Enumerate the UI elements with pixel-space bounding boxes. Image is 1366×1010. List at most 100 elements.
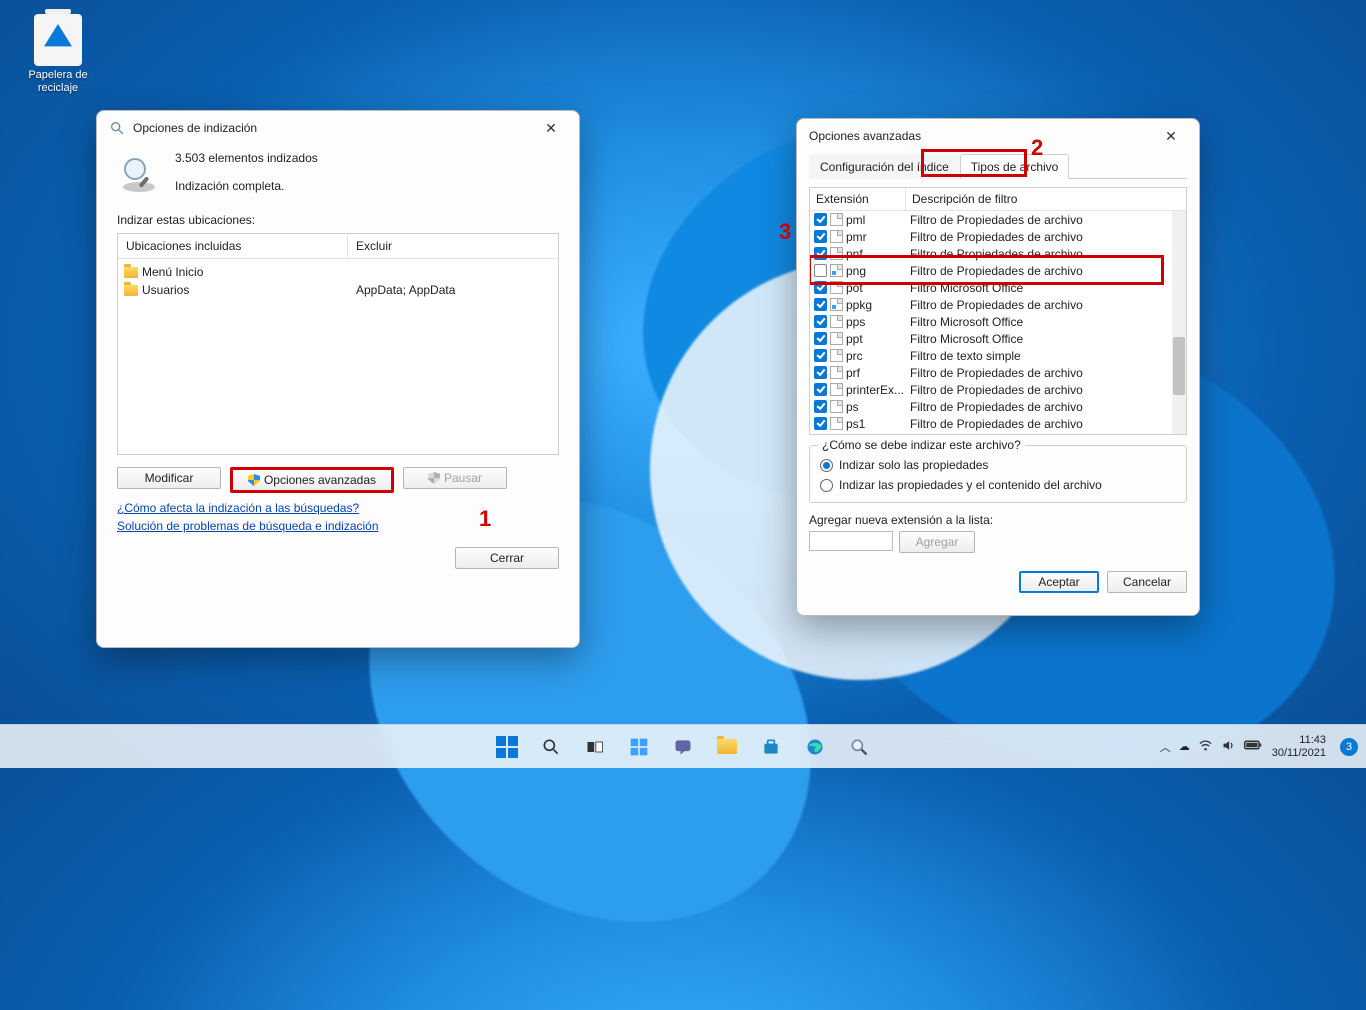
index-mode-group: ¿Cómo se debe indizar este archivo? Indi… [809,445,1187,503]
troubleshoot-link[interactable]: Solución de problemas de búsqueda e indi… [117,519,379,533]
edge-button[interactable] [796,728,834,766]
locations-label: Indizar estas ubicaciones: [117,213,559,227]
file-icon [830,281,843,294]
col-extension[interactable]: Extensión [810,188,906,210]
new-extension-input[interactable] [809,531,893,551]
radio-properties-label: Indizar solo las propiedades [839,458,988,472]
filetype-row[interactable]: prfFiltro de Propiedades de archivo [810,364,1186,381]
close-button-bottom[interactable]: Cerrar [455,547,559,569]
widgets-button[interactable] [620,728,658,766]
filetype-checkbox[interactable] [814,349,827,362]
filetype-checkbox[interactable] [814,383,827,396]
extension-name: printerEx... [846,383,904,397]
help-link[interactable]: ¿Cómo afecta la indización a las búsqued… [117,501,359,515]
start-button[interactable] [488,728,526,766]
wifi-icon[interactable] [1198,738,1213,756]
filetype-row[interactable]: prc Filtro de texto simple [810,347,1186,364]
filetype-row[interactable]: ppsFiltro Microsoft Office [810,313,1186,330]
filetype-row[interactable]: pptFiltro Microsoft Office [810,330,1186,347]
extension-name: prf [846,366,860,380]
filetype-checkbox[interactable] [814,366,827,379]
filetype-checkbox[interactable] [814,332,827,345]
location-row[interactable]: Menú Inicio [118,263,558,281]
filetype-row[interactable]: pmlFiltro de Propiedades de archivo [810,211,1186,228]
filetype-checkbox[interactable] [814,230,827,243]
add-ext-label: Agregar nueva extensión a la lista: [809,513,1187,527]
filetype-row[interactable]: pnfFiltro de Propiedades de archivo [810,245,1186,262]
filetype-checkbox[interactable] [814,264,827,277]
radio-properties-only[interactable]: Indizar solo las propiedades [820,458,1176,472]
file-icon [830,366,843,379]
clock[interactable]: 11:43 30/11/2021 [1272,734,1326,760]
col-description[interactable]: Descripción de filtro [906,188,1186,210]
window-title: Opciones de indización [133,121,257,135]
tray-chevron-icon[interactable]: ︿ [1160,739,1171,755]
advanced-options-label: Opciones avanzadas [264,473,376,487]
task-view-button[interactable] [576,728,614,766]
extension-name: ps1xml [846,434,884,435]
extension-name: prc [846,349,863,363]
titlebar[interactable]: Opciones avanzadas ✕ [797,119,1199,153]
col-included[interactable]: Ubicaciones incluidas [118,234,348,258]
notification-count[interactable]: 3 [1340,738,1358,756]
advanced-options-button[interactable]: Opciones avanzadas [230,467,394,493]
indexing-options-taskbar-button[interactable] [840,728,878,766]
radio-icon [820,459,833,472]
battery-icon[interactable] [1244,739,1262,754]
filter-description: Filtro de Propiedades de archivo [906,230,1186,244]
extension-name: pmr [846,230,867,244]
indexed-count: 3.503 elementos indizados [175,151,318,165]
filetype-checkbox[interactable] [814,247,827,260]
modify-button[interactable]: Modificar [117,467,221,489]
radio-properties-and-content[interactable]: Indizar las propiedades y el contenido d… [820,478,1176,492]
titlebar[interactable]: Opciones de indización ✕ [97,111,579,145]
date: 30/11/2021 [1272,747,1326,760]
tab-index-settings[interactable]: Configuración del índice [809,154,960,179]
filter-description: Filtro de texto simple [906,349,1186,363]
filter-description: Filtro Microsoft Office [906,281,1186,295]
scrollbar-thumb[interactable] [1173,337,1185,395]
filetype-checkbox[interactable] [814,400,827,413]
cancel-button[interactable]: Cancelar [1107,571,1187,593]
group-legend: ¿Cómo se debe indizar este archivo? [818,438,1025,452]
filetype-list: Extensión Descripción de filtro pmlFiltr… [809,187,1187,435]
indexing-options-window: Opciones de indización ✕ 3.503 elementos… [96,110,580,648]
store-button[interactable] [752,728,790,766]
ok-button[interactable]: Aceptar [1019,571,1099,593]
search-button[interactable] [532,728,570,766]
add-extension-button[interactable]: Agregar [899,531,975,553]
recycle-bin-desktop-icon[interactable]: Papelera de reciclaje [24,14,92,95]
filetype-checkbox[interactable] [814,298,827,311]
filter-description: Filtro de Propiedades de archivo [906,383,1186,397]
close-button[interactable]: ✕ [531,113,571,143]
scrollbar[interactable] [1172,211,1186,434]
col-exclude[interactable]: Excluir [348,234,558,258]
extension-name: ppkg [846,298,872,312]
file-explorer-button[interactable] [708,728,746,766]
filetype-checkbox[interactable] [814,315,827,328]
filetype-row[interactable]: pngFiltro de Propiedades de archivo [810,262,1186,279]
filter-description: Filtro Microsoft Office [906,332,1186,346]
chat-button[interactable] [664,728,702,766]
filetype-row[interactable]: ps1Filtro de Propiedades de archivo [810,415,1186,432]
filetype-row[interactable]: ps1xmlFiltro de Propiedades de archivo [810,432,1186,434]
shield-icon [428,472,440,484]
tab-file-types[interactable]: Tipos de archivo [960,154,1070,179]
filetype-row[interactable]: printerEx...Filtro de Propiedades de arc… [810,381,1186,398]
filetype-row[interactable]: potFiltro Microsoft Office [810,279,1186,296]
location-name: Menú Inicio [142,265,203,279]
filetype-row[interactable]: ppkgFiltro de Propiedades de archivo [810,296,1186,313]
onedrive-icon[interactable]: ☁ [1179,740,1190,753]
add-extension-section: Agregar nueva extensión a la lista: Agre… [809,513,1187,553]
volume-icon[interactable] [1221,738,1236,756]
indexing-status: Indización completa. [175,179,318,193]
location-row[interactable]: UsuariosAppData; AppData [118,281,558,299]
filetype-checkbox[interactable] [814,213,827,226]
folder-icon [124,267,138,278]
close-button[interactable]: ✕ [1151,121,1191,151]
filetype-checkbox[interactable] [814,281,827,294]
filetype-row[interactable]: psFiltro de Propiedades de archivo [810,398,1186,415]
filetype-row[interactable]: pmr Filtro de Propiedades de archivo [810,228,1186,245]
filetype-checkbox[interactable] [814,417,827,430]
recycle-bin-icon [34,14,82,66]
